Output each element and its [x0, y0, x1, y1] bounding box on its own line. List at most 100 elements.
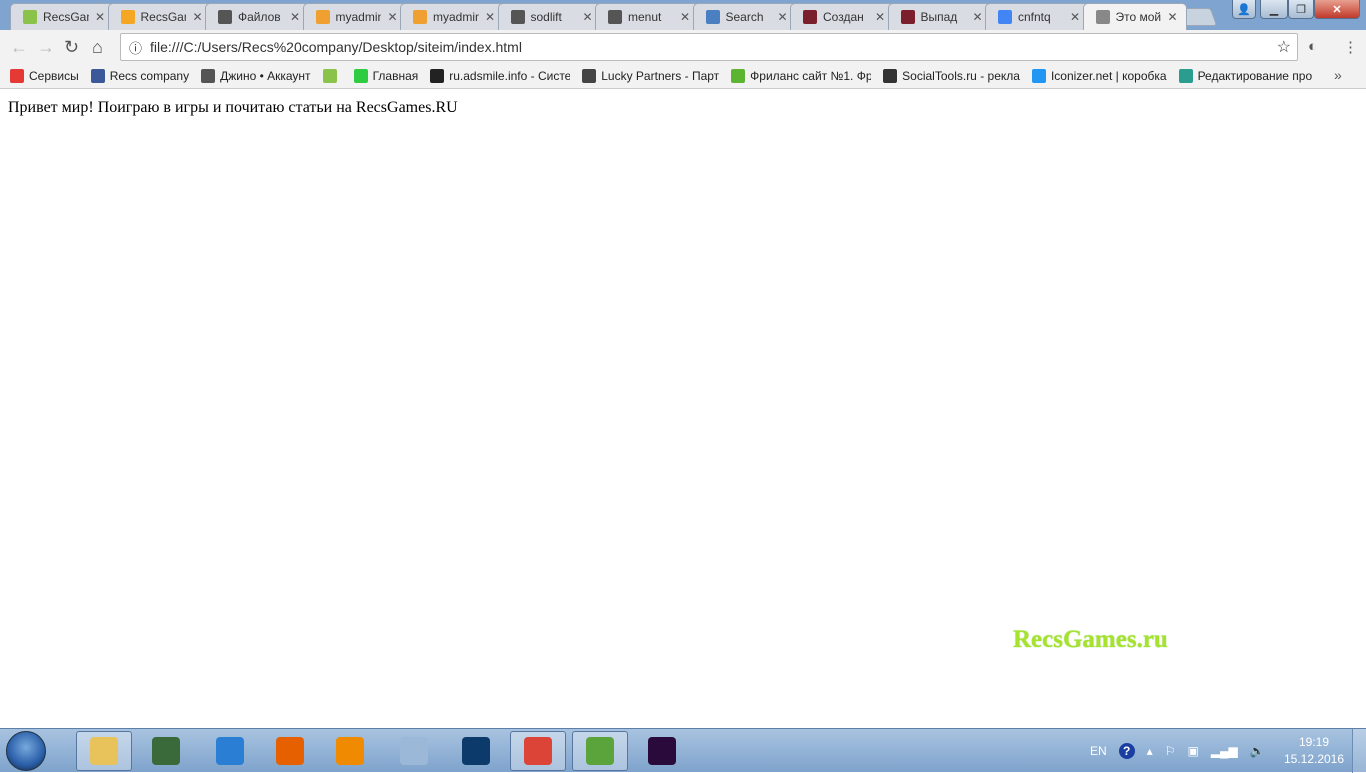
forward-icon[interactable]: →: [37, 37, 55, 58]
language-indicator[interactable]: EN: [1090, 744, 1107, 758]
task-manager-icon: [152, 737, 180, 765]
close-tab-icon[interactable]: ✕: [875, 10, 885, 24]
show-desktop-button[interactable]: [1352, 729, 1366, 773]
lucky-icon: [582, 68, 597, 83]
system-tray: EN ? ▴ ⚐ ▣ ▂▄▆ 🔈: [1090, 729, 1265, 773]
bookmark-label: Фриланс сайт №1. Фр: [750, 68, 872, 83]
taskbar-app-explorer[interactable]: [76, 731, 132, 771]
clock[interactable]: 19:19 15.12.2016: [1280, 734, 1348, 768]
close-tab-icon[interactable]: ✕: [582, 10, 592, 24]
star-icon[interactable]: ☆: [1277, 37, 1291, 57]
bar-chart-icon: [120, 10, 135, 24]
close-tab-icon[interactable]: ✕: [387, 10, 397, 24]
taskbar-app-premiere[interactable]: [634, 731, 690, 771]
bookmark-item[interactable]: SocialTools.ru - рекла: [883, 68, 1020, 83]
profile-button[interactable]: 👤: [1232, 0, 1256, 19]
taskbar-app-chrome[interactable]: [510, 731, 566, 771]
home-icon[interactable]: ⌂: [92, 37, 103, 58]
bookmark-item[interactable]: [322, 68, 342, 83]
tab-label: Search: [725, 10, 764, 24]
close-tab-icon[interactable]: ✕: [972, 10, 982, 24]
bookmark-label: ru.adsmile.info - Систе: [449, 68, 571, 83]
tab-label: myadmin: [335, 10, 382, 24]
taskbar-app-photoshop[interactable]: [448, 731, 504, 771]
d-icon: [201, 68, 216, 83]
close-tab-icon[interactable]: ✕: [680, 10, 690, 24]
show-hidden-icons-icon[interactable]: ▴: [1147, 744, 1153, 758]
close-tab-icon[interactable]: ✕: [192, 10, 202, 24]
address-bar[interactable]: ⓘ file:///C:/Users/Recs%20company/Deskto…: [120, 33, 1298, 61]
close-tab-icon[interactable]: ✕: [1167, 10, 1177, 24]
minimize-button[interactable]: ▁: [1260, 0, 1288, 19]
tab[interactable]: menut ✕: [595, 3, 699, 30]
maximize-button[interactable]: ❐: [1288, 0, 1314, 19]
premiere-icon: [648, 737, 676, 765]
tab[interactable]: myadmin ✕: [302, 3, 407, 30]
bookmark-item[interactable]: Сервисы: [10, 68, 79, 83]
tab-label: RecsGames: [140, 10, 187, 24]
tab[interactable]: Выпад ✕: [887, 3, 992, 30]
tab[interactable]: Search ✕: [692, 3, 797, 30]
start-button[interactable]: [6, 731, 46, 771]
bookmark-item[interactable]: Фриланс сайт №1. Фр: [731, 68, 872, 83]
d-icon: [218, 10, 232, 24]
phpmyadmin-icon: [315, 10, 330, 24]
bookmark-item[interactable]: Джино • Аккаунт: [201, 68, 311, 83]
reload-icon[interactable]: ↻: [64, 37, 79, 58]
taskbar-app-internet-explorer[interactable]: [202, 731, 258, 771]
bookmark-label: Сервисы: [29, 68, 79, 83]
action-center-flag-icon[interactable]: ⚐: [1165, 744, 1176, 758]
taskbar-app-media-player[interactable]: [322, 731, 378, 771]
close-tab-icon[interactable]: ✕: [1070, 10, 1080, 24]
bookmark-item[interactable]: Редактирование про: [1178, 68, 1313, 83]
bookmark-label: Главная: [372, 68, 419, 83]
tab[interactable]: Это мой ✕: [1082, 3, 1187, 30]
close-tab-icon[interactable]: ✕: [290, 10, 300, 24]
tab[interactable]: myadmin ✕: [400, 3, 504, 30]
close-window-button[interactable]: ✕: [1314, 0, 1360, 19]
close-tab-icon[interactable]: ✕: [95, 10, 105, 24]
close-tab-icon[interactable]: ✕: [777, 10, 787, 24]
address-text[interactable]: file:///C:/Users/Recs%20company/Desktop/…: [150, 39, 522, 55]
tab[interactable]: RecsGames ✕: [107, 3, 212, 30]
volume-icon[interactable]: 🔈: [1250, 744, 1265, 758]
tab[interactable]: Создан ✕: [790, 3, 894, 30]
bookmark-item[interactable]: ru.adsmile.info - Систе: [430, 68, 571, 83]
network-icon[interactable]: ▂▄▆: [1211, 744, 1238, 758]
help-icon[interactable]: ?: [1118, 743, 1135, 759]
bookmark-label: Джино • Аккаунт: [220, 68, 311, 83]
tab[interactable]: Файлов ✕: [205, 3, 309, 30]
bookmark-item[interactable]: Recs company: [90, 68, 189, 83]
tab-label: RecsGames: [43, 10, 89, 24]
store-icon: [705, 10, 720, 24]
bookmark-item[interactable]: Главная: [353, 68, 419, 83]
notepad-chart-icon: [586, 737, 614, 765]
tab-label: myadmin: [433, 10, 479, 24]
close-tab-icon[interactable]: ✕: [485, 10, 495, 24]
tab[interactable]: cnfntq ✕: [985, 3, 1089, 30]
tab[interactable]: sodlift ✕: [497, 3, 602, 30]
taskbar-app-notepad-chart[interactable]: [572, 731, 628, 771]
bookmarks-more-button[interactable]: »: [1334, 67, 1342, 83]
tab-label: Файлов: [238, 10, 281, 24]
w-icon: [353, 68, 368, 83]
tab-label: Выпад: [920, 10, 958, 24]
tab[interactable]: RecsGames ✕: [10, 3, 114, 30]
power-icon[interactable]: ▣: [1187, 744, 1198, 758]
taskbar-app-psp[interactable]: [386, 731, 442, 771]
bookmark-label: Редактирование про: [1197, 68, 1313, 83]
extension-icon[interactable]: ◐: [1308, 38, 1317, 55]
info-icon[interactable]: ⓘ: [129, 38, 142, 57]
media-player-icon: [336, 737, 364, 765]
facebook-icon: [90, 68, 105, 83]
internet-explorer-icon: [216, 737, 244, 765]
taskbar-app-firefox[interactable]: [262, 731, 318, 771]
taskbar-app-task-manager[interactable]: [138, 731, 194, 771]
bookmark-item[interactable]: Lucky Partners - Парт: [582, 68, 719, 83]
bookmark-item[interactable]: Iconizer.net | коробка: [1031, 68, 1167, 83]
menu-icon[interactable]: ⋮: [1343, 38, 1358, 56]
bookmark-label: SocialTools.ru - рекла: [902, 68, 1020, 83]
tab-label: cnfntq: [1018, 10, 1051, 24]
tab-label: menut: [628, 10, 662, 24]
back-icon[interactable]: ←: [10, 37, 28, 58]
